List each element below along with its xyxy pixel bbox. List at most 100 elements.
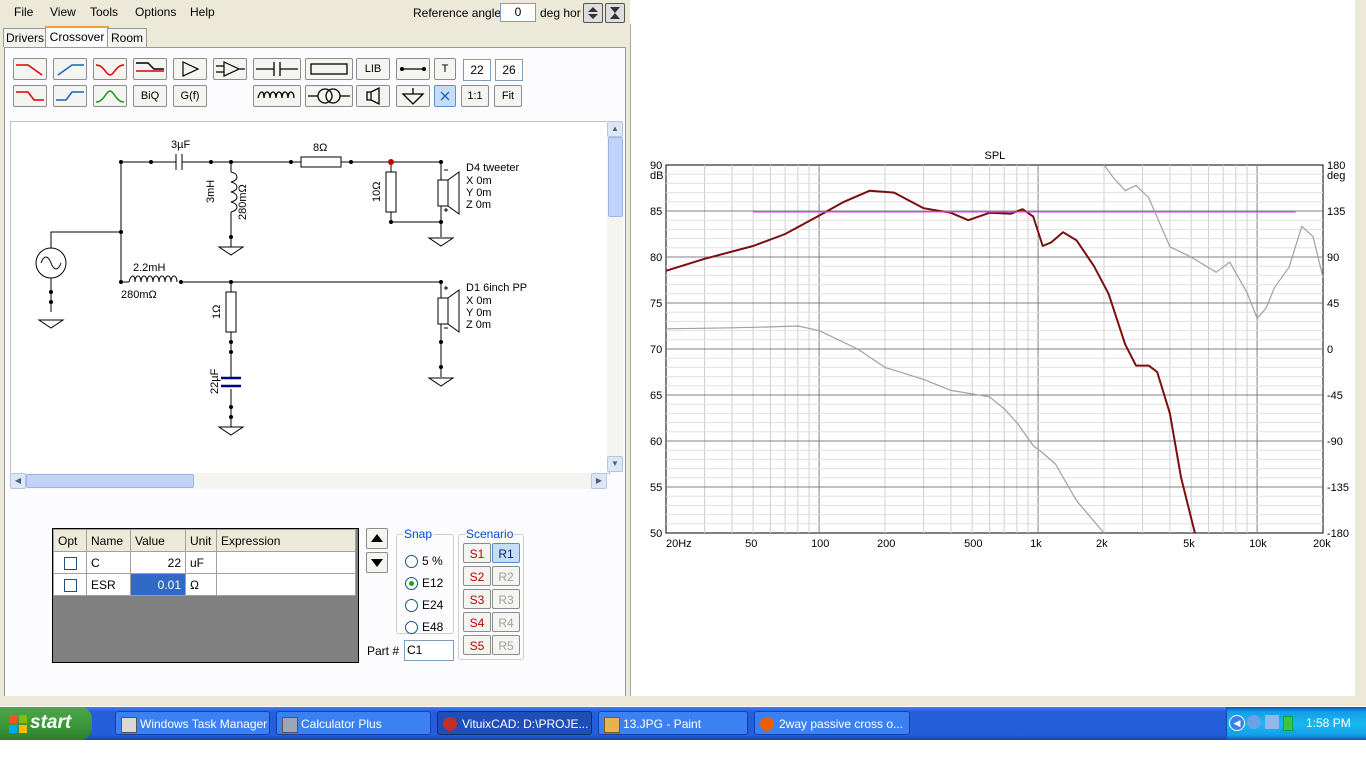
transformer-button[interactable]: [305, 85, 353, 107]
inductor-button[interactable]: [253, 85, 301, 107]
menu-file[interactable]: File: [14, 5, 33, 19]
tab-crossover[interactable]: Crossover: [45, 26, 109, 49]
bandpass-button[interactable]: [93, 85, 127, 107]
scroll-left-icon[interactable]: ◀: [10, 473, 26, 489]
scenario-s4-button[interactable]: S4: [463, 612, 491, 632]
radio-icon[interactable]: [405, 555, 418, 569]
snap-option-e24[interactable]: E24: [405, 598, 443, 613]
biquad-button[interactable]: BiQ: [133, 85, 167, 107]
delete-button[interactable]: [434, 85, 456, 107]
scenario-r2-button[interactable]: R2: [492, 566, 520, 586]
wire-button[interactable]: [396, 58, 430, 80]
scroll-right-icon[interactable]: ▶: [591, 473, 607, 489]
menu-tools[interactable]: Tools: [90, 5, 118, 19]
grid-x-input[interactable]: 22: [463, 59, 491, 81]
y-right-axis-label: deg: [1327, 170, 1345, 182]
table-row: ESR 0.01 Ω: [53, 573, 356, 596]
radio-icon[interactable]: [405, 621, 418, 635]
schematic-hscroll[interactable]: ◀ ▶: [10, 473, 607, 489]
opt-checkbox-cell[interactable]: [53, 551, 87, 574]
radio-selected-icon[interactable]: [405, 577, 418, 591]
menu-options[interactable]: Options: [135, 5, 176, 19]
tray-app-icon[interactable]: [1247, 715, 1261, 729]
move-down-button[interactable]: [366, 552, 388, 573]
schematic-vscroll[interactable]: ▲ ▼: [607, 121, 623, 472]
scenario-r5-button[interactable]: R5: [492, 635, 520, 655]
vscroll-thumb[interactable]: [608, 137, 623, 217]
lowpass-2nd-button[interactable]: [13, 85, 47, 107]
menu-help[interactable]: Help: [190, 5, 215, 19]
scenario-r4-button[interactable]: R4: [492, 612, 520, 632]
scenario-s3-button[interactable]: S3: [463, 589, 491, 609]
radio-icon[interactable]: [405, 599, 418, 613]
woofer-x: X 0m: [466, 295, 492, 307]
clock[interactable]: 1:58 PM: [1306, 716, 1351, 730]
capacitor-button[interactable]: [253, 58, 301, 80]
snap-option-5pct[interactable]: 5 %: [405, 554, 443, 569]
tray-network-icon[interactable]: [1265, 715, 1279, 729]
ground-icon: [401, 88, 425, 105]
hscroll-thumb[interactable]: [26, 474, 194, 488]
notch-button[interactable]: [93, 58, 127, 80]
tab-drivers[interactable]: Drivers: [3, 28, 47, 47]
opt-checkbox-cell[interactable]: [53, 573, 87, 596]
shelf-button[interactable]: [133, 58, 167, 80]
zoom-fit-button[interactable]: Fit: [494, 85, 522, 107]
taskbar-item-firefox[interactable]: 2way passive cross o...: [754, 711, 910, 735]
transfer-function-button[interactable]: G(f): [173, 85, 207, 107]
part-expression[interactable]: [216, 551, 356, 574]
part-expression[interactable]: [216, 573, 356, 596]
zoom-1to1-button[interactable]: 1:1: [461, 85, 489, 107]
snap-option-e48[interactable]: E48: [405, 620, 443, 635]
desktop-area: [0, 740, 1366, 768]
scroll-down-icon[interactable]: ▼: [607, 456, 623, 472]
highpass-2nd-button[interactable]: [53, 85, 87, 107]
angle-reset-button[interactable]: [605, 3, 625, 23]
window-border: [1355, 0, 1366, 700]
text-button[interactable]: T: [434, 58, 456, 80]
spl-chart[interactable]: 20Hz 50 100 200 500 1k 2k 5k 10k 20k5055606570758…: [633, 2, 1355, 696]
snap-option-e12[interactable]: E12: [405, 576, 443, 591]
tray-battery-icon[interactable]: [1283, 716, 1293, 731]
scenario-s5-button[interactable]: S5: [463, 635, 491, 655]
tray-expand-icon[interactable]: ◀: [1229, 715, 1245, 731]
taskbar-item-paint[interactable]: 13.JPG - Paint: [598, 711, 748, 735]
scenario-s2-button[interactable]: S2: [463, 566, 491, 586]
menu-view[interactable]: View: [50, 5, 76, 19]
taskbar-item-calculator[interactable]: Calculator Plus: [276, 711, 431, 735]
tweeter-z: Z 0m: [466, 199, 492, 211]
buffer-button[interactable]: [173, 58, 207, 80]
taskbar-item-vituixcad[interactable]: VituixCAD: D:\PROJE...: [437, 711, 592, 735]
grid-y-input[interactable]: 26: [495, 59, 523, 81]
y-right-tick-label: -180: [1327, 528, 1349, 540]
ground-button[interactable]: [396, 85, 430, 107]
lowpass-1st-button[interactable]: [13, 58, 47, 80]
scenario-s1-button[interactable]: S1: [463, 543, 491, 563]
highpass-1st-button[interactable]: [53, 58, 87, 80]
taskbar-item-task-manager[interactable]: Windows Task Manager: [115, 711, 270, 735]
move-up-button[interactable]: [366, 528, 388, 549]
part-value[interactable]: 22: [130, 551, 186, 574]
part-number-input[interactable]: C1: [404, 640, 454, 661]
scenario-r3-button[interactable]: R3: [492, 589, 520, 609]
reference-angle-input[interactable]: 0: [500, 3, 536, 22]
part-value-selected[interactable]: 0.01: [130, 573, 186, 596]
scenario-r1-button[interactable]: R1: [492, 543, 520, 563]
start-button[interactable]: start: [0, 707, 92, 740]
opt-checkbox[interactable]: [63, 556, 77, 570]
schematic-canvas[interactable]: 3µF 3mH 280mΩ 8Ω 10Ω D4 tweeter X 0m Y 0…: [10, 121, 610, 474]
library-button[interactable]: LIB: [356, 58, 390, 80]
y-tick-label: 50: [650, 528, 662, 540]
arrow-up-icon: [371, 534, 383, 542]
scenario-title: Scenario: [466, 527, 514, 541]
angle-up-down-button[interactable]: [583, 3, 603, 23]
opt-checkbox[interactable]: [63, 578, 77, 592]
tab-room[interactable]: Room: [107, 28, 147, 47]
opamp-button[interactable]: [213, 58, 247, 80]
resistor-series-label: 8Ω: [313, 142, 328, 154]
scroll-up-icon[interactable]: ▲: [607, 121, 623, 137]
driver-button[interactable]: [356, 85, 390, 107]
y-right-tick-label: 90: [1327, 252, 1339, 264]
part-unit: uF: [185, 551, 217, 574]
resistor-button[interactable]: [305, 58, 353, 80]
